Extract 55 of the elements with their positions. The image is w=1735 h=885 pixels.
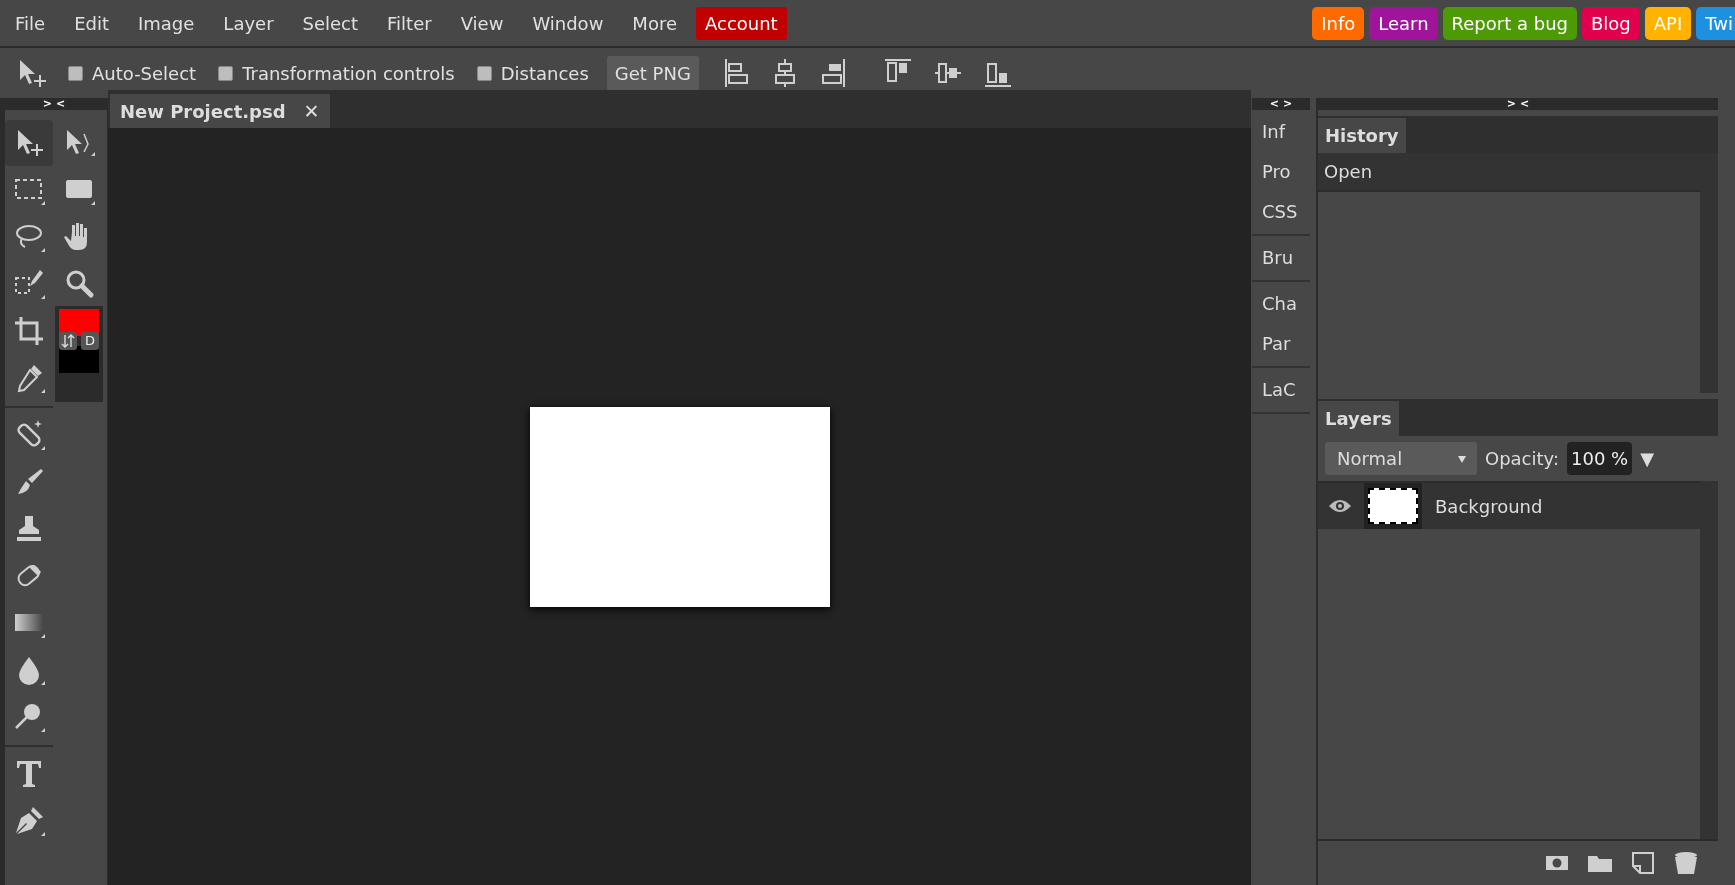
- document-tab[interactable]: New Project.psd ✕: [110, 94, 330, 128]
- history-item[interactable]: Open: [1318, 153, 1700, 192]
- move-tool-icon[interactable]: [5, 120, 53, 166]
- opacity-label: Opacity:: [1485, 448, 1559, 469]
- align-right-icon[interactable]: [819, 58, 846, 88]
- menu-item[interactable]: Window: [520, 12, 616, 34]
- menu-item[interactable]: More: [620, 12, 689, 34]
- link-button[interactable]: Blog: [1581, 6, 1640, 40]
- collapse-toggle[interactable]: > <: [42, 98, 66, 110]
- opacity-field[interactable]: 100 %: [1567, 442, 1633, 475]
- close-button[interactable]: ✕: [303, 100, 320, 122]
- scrollbar-track[interactable]: [1700, 153, 1718, 393]
- mask-icon[interactable]: [1546, 854, 1568, 872]
- link-button[interactable]: Learn: [1369, 6, 1438, 40]
- panel-shortcut[interactable]: Cha: [1252, 284, 1310, 324]
- layers-tab[interactable]: Layers: [1318, 401, 1399, 436]
- account-button[interactable]: Account: [696, 6, 787, 40]
- menu-item[interactable]: Image: [126, 12, 207, 34]
- menu-item[interactable]: File: [3, 12, 58, 34]
- checkbox[interactable]: [218, 65, 234, 81]
- panel-shortcut[interactable]: Par: [1252, 324, 1310, 364]
- checkbox-label: Auto-Select: [92, 62, 197, 84]
- panel-shortcut[interactable]: CSS: [1252, 192, 1310, 232]
- layer-name: Background: [1435, 495, 1543, 517]
- eye-icon[interactable]: [1328, 498, 1352, 514]
- checkbox[interactable]: [476, 65, 492, 81]
- menu-item[interactable]: Layer: [211, 12, 286, 34]
- panel-shortcut[interactable]: Inf: [1252, 112, 1310, 152]
- checkbox-label: Distances: [500, 62, 589, 84]
- new-page-icon[interactable]: [1632, 852, 1654, 874]
- menu-item[interactable]: Select: [290, 12, 371, 34]
- align-left-icon[interactable]: [723, 58, 750, 88]
- document-title: New Project.psd: [120, 100, 286, 122]
- panel-shortcut[interactable]: Bru: [1252, 238, 1310, 278]
- menu-item[interactable]: View: [448, 12, 516, 34]
- caret-icon: [1457, 453, 1467, 464]
- collapse-toggle[interactable]: > <: [1506, 98, 1530, 110]
- folder-icon[interactable]: [1588, 854, 1612, 872]
- swap-icon[interactable]: [59, 332, 77, 350]
- link-button[interactable]: Report a bug: [1442, 6, 1577, 40]
- panel-shortcut[interactable]: LaC: [1252, 370, 1310, 410]
- layer-thumbnail: [1368, 488, 1418, 524]
- trash-icon[interactable]: [1674, 851, 1698, 875]
- opacity-arrow[interactable]: ▼: [1640, 448, 1655, 469]
- checkbox[interactable]: [68, 65, 83, 81]
- default-colors-button[interactable]: D: [81, 332, 99, 350]
- menu-item[interactable]: Filter: [375, 12, 444, 34]
- scrollbar-track[interactable]: [1700, 481, 1718, 839]
- panel-shortcut[interactable]: Pro: [1252, 152, 1310, 192]
- layer-row[interactable]: Background: [1318, 481, 1700, 529]
- checkbox-label: Transformation controls: [242, 62, 455, 84]
- blend-mode-dropdown[interactable]: Normal: [1325, 442, 1477, 475]
- history-tab[interactable]: History: [1318, 118, 1406, 153]
- menu-item[interactable]: Edit: [62, 12, 121, 34]
- get-png-button[interactable]: Get PNG: [606, 55, 699, 91]
